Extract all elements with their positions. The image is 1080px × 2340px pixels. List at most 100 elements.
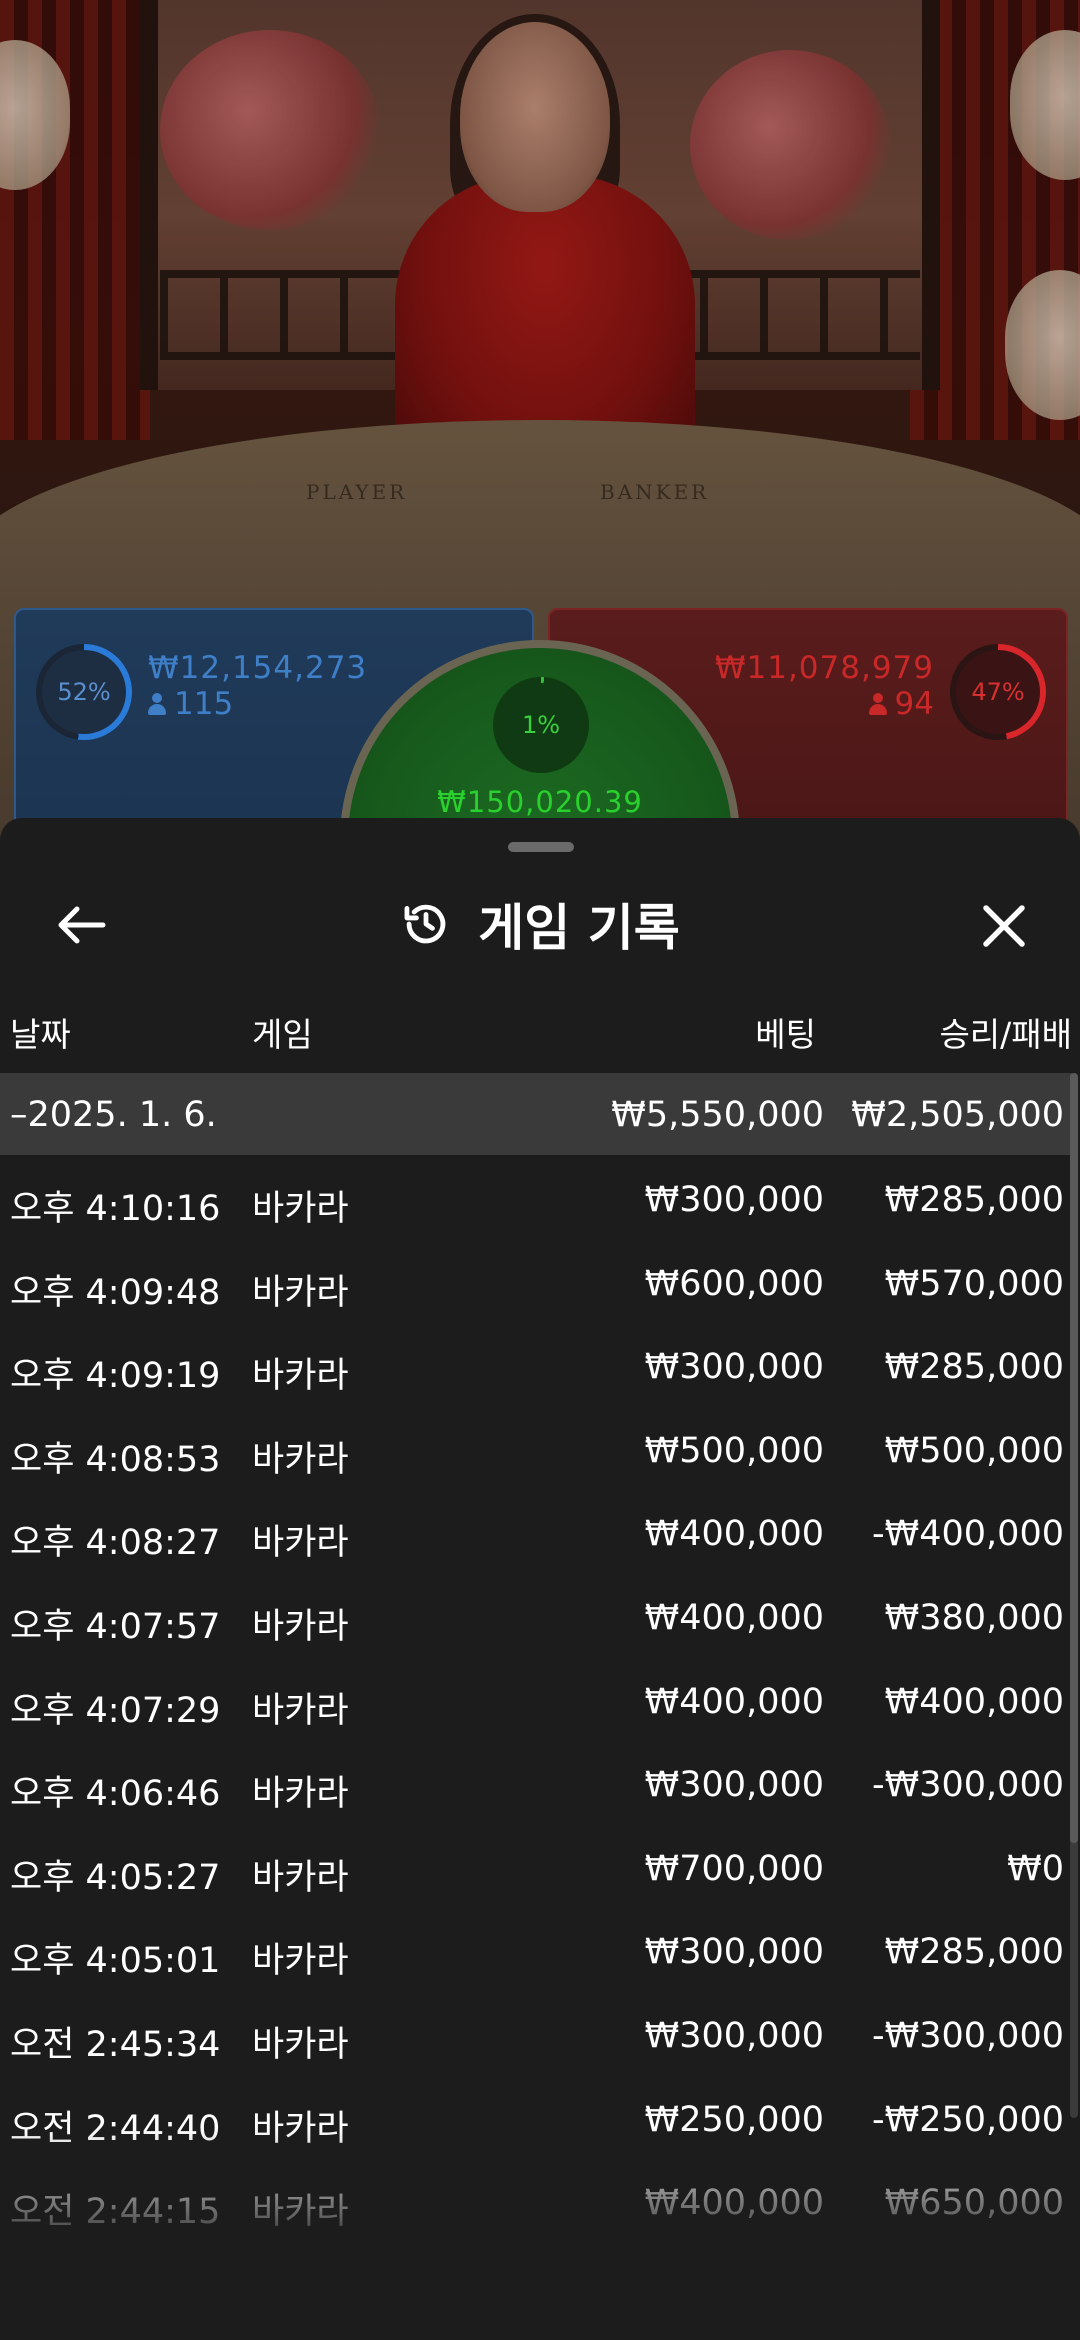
row-win-loss: ₩380,000 bbox=[884, 1597, 1064, 1638]
column-header-bet: 베팅 bbox=[755, 1015, 816, 1054]
row-bet: ₩250,000 bbox=[644, 2099, 824, 2140]
row-time: 오후 4:06:46 bbox=[10, 1774, 221, 1815]
row-game: 바카라 bbox=[252, 2024, 349, 2065]
row-bet: ₩400,000 bbox=[644, 1681, 824, 1722]
summary-win-loss: ₩2,505,000 bbox=[851, 1095, 1064, 1135]
history-row[interactable]: 오후 4:06:46 바카라 ₩300,000 -₩300,000 bbox=[0, 1740, 1072, 1824]
row-time: 오후 4:05:01 bbox=[10, 1941, 221, 1982]
banker-bet-total: ₩11,078,979 bbox=[714, 650, 934, 686]
tie-percent-ring: 1% bbox=[493, 677, 589, 773]
scrollbar-thumb[interactable] bbox=[1070, 1073, 1078, 1843]
history-row[interactable]: 오후 4:07:57 바카라 ₩400,000 ₩380,000 bbox=[0, 1573, 1072, 1657]
row-win-loss: ₩285,000 bbox=[884, 1347, 1064, 1388]
player-percent-ring: 52% bbox=[36, 644, 132, 740]
sheet-title: 게임 기록 bbox=[478, 899, 680, 957]
row-bet: ₩400,000 bbox=[644, 1514, 824, 1555]
player-percent: 52% bbox=[57, 678, 111, 706]
player-count-value: 115 bbox=[174, 686, 234, 722]
player-count: 115 bbox=[148, 686, 233, 722]
sheet-header: 게임 기록 bbox=[0, 878, 1080, 970]
row-win-loss: ₩285,000 bbox=[884, 1180, 1064, 1220]
row-win-loss: ₩500,000 bbox=[884, 1430, 1064, 1471]
history-row[interactable]: 오후 4:09:19 바카라 ₩300,000 ₩285,000 bbox=[0, 1322, 1072, 1406]
row-bet: ₩300,000 bbox=[644, 1180, 824, 1220]
row-time: 오전 2:44:40 bbox=[10, 2108, 221, 2149]
row-win-loss: -₩400,000 bbox=[872, 1514, 1064, 1555]
row-game: 바카라 bbox=[252, 1774, 349, 1815]
date-summary-row[interactable]: –2025. 1. 6. ₩5,550,000 ₩2,505,000 bbox=[0, 1073, 1072, 1155]
close-button[interactable] bbox=[974, 896, 1034, 956]
history-row[interactable]: 오전 2:44:40 바카라 ₩250,000 -₩250,000 bbox=[0, 2075, 1072, 2159]
history-row[interactable]: 오전 2:44:15 바카라 ₩400,000 ₩650,000 bbox=[0, 2158, 1072, 2242]
history-row[interactable]: 오후 4:10:16 바카라 ₩300,000 ₩285,000 bbox=[0, 1155, 1072, 1239]
row-bet: ₩500,000 bbox=[644, 1430, 824, 1471]
row-game: 바카라 bbox=[252, 1439, 349, 1480]
row-win-loss: -₩250,000 bbox=[872, 2099, 1064, 2140]
player-bet-total: ₩12,154,273 bbox=[148, 650, 368, 686]
row-game: 바카라 bbox=[252, 1523, 349, 1564]
row-game: 바카라 bbox=[252, 1189, 349, 1229]
person-icon bbox=[868, 693, 887, 715]
column-header-date: 날짜 bbox=[10, 1015, 71, 1054]
row-bet: ₩300,000 bbox=[644, 1765, 824, 1806]
row-win-loss: -₩300,000 bbox=[872, 2015, 1064, 2056]
close-icon bbox=[983, 905, 1025, 947]
tie-percent: 1% bbox=[521, 711, 561, 739]
history-row[interactable]: 오후 4:05:01 바카라 ₩300,000 ₩285,000 bbox=[0, 1907, 1072, 1991]
tie-bet-total: ₩150,020.39 bbox=[437, 785, 643, 819]
person-icon bbox=[148, 693, 166, 715]
row-bet: ₩400,000 bbox=[644, 2183, 824, 2224]
arrow-left-icon bbox=[58, 906, 106, 944]
row-game: 바카라 bbox=[252, 1941, 349, 1982]
row-game: 바카라 bbox=[252, 2108, 349, 2149]
history-row[interactable]: 오후 4:07:29 바카라 ₩400,000 ₩400,000 bbox=[0, 1657, 1072, 1741]
banker-percent-ring: 47% bbox=[950, 644, 1046, 740]
history-row[interactable]: 오전 2:45:34 바카라 ₩300,000 -₩300,000 bbox=[0, 1991, 1072, 2075]
summary-bet: ₩5,550,000 bbox=[611, 1095, 824, 1135]
row-time: 오전 2:44:15 bbox=[10, 2192, 221, 2233]
column-header-game: 게임 bbox=[252, 1015, 313, 1054]
row-bet: ₩600,000 bbox=[644, 1263, 824, 1304]
row-bet: ₩300,000 bbox=[644, 2015, 824, 2056]
history-list: 오후 4:10:16 바카라 ₩300,000 ₩285,000 오후 4:09… bbox=[0, 1155, 1072, 2242]
row-win-loss: ₩0 bbox=[1007, 1848, 1064, 1889]
history-icon bbox=[404, 904, 446, 944]
history-scrollbar[interactable] bbox=[1070, 1073, 1078, 2118]
sheet-drag-handle[interactable] bbox=[508, 842, 574, 852]
row-time: 오후 4:05:27 bbox=[10, 1857, 221, 1898]
column-header-win-loss: 승리/패배 bbox=[939, 1015, 1072, 1054]
row-win-loss: -₩300,000 bbox=[872, 1765, 1064, 1806]
banker-percent: 47% bbox=[971, 678, 1025, 706]
game-history-sheet: 게임 기록 날짜 게임 베팅 승리/패배 –2025. 1. 6. ₩5,550… bbox=[0, 818, 1080, 2340]
row-time: 오후 4:08:27 bbox=[10, 1523, 221, 1564]
history-row[interactable]: 오후 4:08:27 바카라 ₩400,000 -₩400,000 bbox=[0, 1489, 1072, 1573]
summary-date: –2025. 1. 6. bbox=[10, 1095, 217, 1135]
history-row[interactable]: 오후 4:09:48 바카라 ₩600,000 ₩570,000 bbox=[0, 1239, 1072, 1323]
row-game: 바카라 bbox=[252, 2192, 349, 2233]
row-bet: ₩300,000 bbox=[644, 1932, 824, 1973]
history-row[interactable]: 오후 4:08:53 바카라 ₩500,000 ₩500,000 bbox=[0, 1406, 1072, 1490]
row-win-loss: ₩285,000 bbox=[884, 1932, 1064, 1973]
history-row[interactable]: 오후 4:05:27 바카라 ₩700,000 ₩0 bbox=[0, 1824, 1072, 1908]
row-win-loss: ₩650,000 bbox=[884, 2183, 1064, 2224]
row-win-loss: ₩570,000 bbox=[884, 1263, 1064, 1304]
row-bet: ₩300,000 bbox=[644, 1347, 824, 1388]
row-game: 바카라 bbox=[252, 1690, 349, 1731]
row-bet: ₩700,000 bbox=[644, 1848, 824, 1889]
row-game: 바카라 bbox=[252, 1356, 349, 1397]
row-time: 오전 2:45:34 bbox=[10, 2024, 221, 2065]
banker-count-value: 94 bbox=[894, 686, 934, 722]
row-game: 바카라 bbox=[252, 1272, 349, 1313]
back-button[interactable] bbox=[46, 900, 116, 950]
banker-count: 94 bbox=[868, 686, 934, 722]
row-bet: ₩400,000 bbox=[644, 1597, 824, 1638]
row-time: 오후 4:07:57 bbox=[10, 1606, 221, 1647]
row-time: 오후 4:09:19 bbox=[10, 1356, 221, 1397]
row-game: 바카라 bbox=[252, 1857, 349, 1898]
row-win-loss: ₩400,000 bbox=[884, 1681, 1064, 1722]
row-game: 바카라 bbox=[252, 1606, 349, 1647]
row-time: 오후 4:10:16 bbox=[10, 1189, 221, 1229]
row-time: 오후 4:09:48 bbox=[10, 1272, 221, 1313]
row-time: 오후 4:07:29 bbox=[10, 1690, 221, 1731]
row-time: 오후 4:08:53 bbox=[10, 1439, 221, 1480]
